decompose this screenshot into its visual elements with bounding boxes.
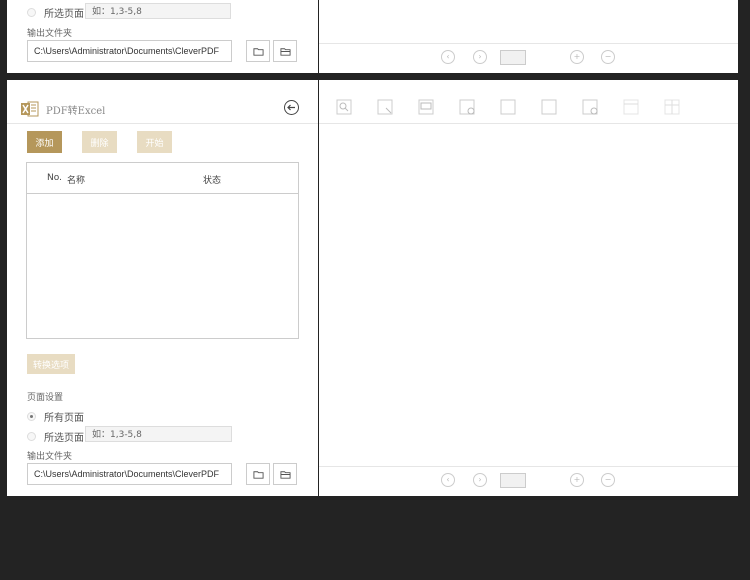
all-pages-radio[interactable]: [27, 412, 36, 421]
convert-options-button[interactable]: 转换选项: [27, 354, 75, 374]
page-number-box[interactable]: [500, 50, 526, 65]
next-page-button[interactable]: ›: [473, 50, 487, 64]
back-arrow-icon: [287, 104, 295, 111]
prev-page-button[interactable]: ‹: [441, 473, 455, 487]
preview-panel: ‹ › + −: [319, 80, 738, 496]
insert-row-icon: [623, 99, 639, 115]
selected-pages-radio[interactable]: [27, 8, 36, 17]
page-range-input[interactable]: 如：1,3-5,8: [85, 426, 232, 442]
add-table-button[interactable]: [459, 99, 475, 115]
delete-button[interactable]: 删除: [82, 131, 117, 153]
toolbar-divider: [319, 123, 738, 124]
table-region-icon: [500, 99, 516, 115]
selected-pages-label: 所选页面: [44, 433, 84, 444]
plus-icon: +: [573, 475, 581, 484]
insert-column-icon: [664, 99, 680, 115]
table-header-divider: [27, 193, 298, 194]
output-folder-label: 输出文件夹: [27, 29, 73, 39]
page-title: PDF转Excel: [46, 106, 106, 117]
selected-pages-option[interactable]: 所选页面: [27, 5, 84, 20]
page-range-input[interactable]: 如：1,3-5,8: [85, 3, 231, 19]
preview-footer-divider: [319, 43, 738, 44]
page-settings-label: 页面设置: [27, 393, 64, 403]
output-folder-label: 输出文件夹: [27, 452, 73, 462]
output-path-input[interactable]: C:\Users\Administrator\Documents\CleverP…: [27, 463, 232, 485]
chevron-left-icon: ‹: [446, 475, 450, 484]
open-folder-button[interactable]: [273, 40, 297, 62]
selected-pages-option[interactable]: 所选页面: [27, 429, 84, 444]
insert-column-button[interactable]: [664, 99, 680, 115]
folder-icon: [252, 47, 264, 56]
all-pages-option[interactable]: 所有页面: [27, 409, 84, 424]
remove-region-button[interactable]: [582, 99, 598, 115]
plus-icon: +: [573, 52, 581, 61]
add-button[interactable]: 添加: [27, 131, 62, 153]
open-folder-button[interactable]: [273, 463, 297, 485]
zoom-in-button[interactable]: +: [570, 50, 584, 64]
all-pages-label: 所有页面: [44, 413, 84, 424]
selected-pages-radio[interactable]: [27, 432, 36, 441]
start-button[interactable]: 开始: [137, 131, 172, 153]
browse-folder-button[interactable]: [246, 40, 270, 62]
zoom-tool-button[interactable]: [336, 99, 352, 115]
column-header-status: 状态: [203, 176, 222, 186]
column-header-name: 名称: [67, 176, 86, 186]
file-list-table[interactable]: No. 名称 状态: [26, 162, 299, 339]
minus-icon: −: [604, 52, 612, 61]
header-divider: [7, 123, 318, 124]
next-page-button[interactable]: ›: [473, 473, 487, 487]
minus-icon: −: [604, 475, 612, 484]
remove-region-icon: [582, 99, 598, 115]
select-area-icon: [377, 99, 393, 115]
square-icon: [541, 99, 557, 115]
add-table-icon: [459, 99, 475, 115]
open-folder-icon: [279, 47, 291, 56]
column-header-no: No.: [47, 173, 62, 183]
back-button[interactable]: [284, 100, 299, 115]
pdf-to-excel-panel: PDF转Excel 添加 删除 开始 No. 名称 状态 转换选项 页面设置 所…: [7, 80, 318, 496]
selected-pages-label: 所选页面: [44, 9, 84, 20]
fit-page-icon: [418, 99, 434, 115]
excel-logo-icon: [21, 101, 39, 117]
prev-page-button[interactable]: ‹: [441, 50, 455, 64]
page-number-box[interactable]: [500, 473, 526, 488]
fit-page-button[interactable]: [418, 99, 434, 115]
chevron-left-icon: ‹: [446, 52, 450, 61]
browse-folder-button[interactable]: [246, 463, 270, 485]
top-preview-panel: ‹ › + −: [319, 0, 738, 73]
output-path-input[interactable]: C:\Users\Administrator\Documents\CleverP…: [27, 40, 232, 62]
insert-row-button[interactable]: [623, 99, 639, 115]
top-settings-panel: 所选页面 如：1,3-5,8 输出文件夹 C:\Users\Administra…: [7, 0, 318, 73]
chevron-right-icon: ›: [478, 475, 482, 484]
table-region-button[interactable]: [500, 99, 516, 115]
blank-region-button[interactable]: [541, 99, 557, 115]
chevron-right-icon: ›: [478, 52, 482, 61]
open-folder-icon: [279, 470, 291, 479]
preview-footer-divider: [319, 466, 738, 467]
select-area-button[interactable]: [377, 99, 393, 115]
zoom-out-button[interactable]: −: [601, 50, 615, 64]
folder-icon: [252, 470, 264, 479]
zoom-out-button[interactable]: −: [601, 473, 615, 487]
zoom-in-button[interactable]: +: [570, 473, 584, 487]
magnifier-icon: [336, 99, 352, 115]
